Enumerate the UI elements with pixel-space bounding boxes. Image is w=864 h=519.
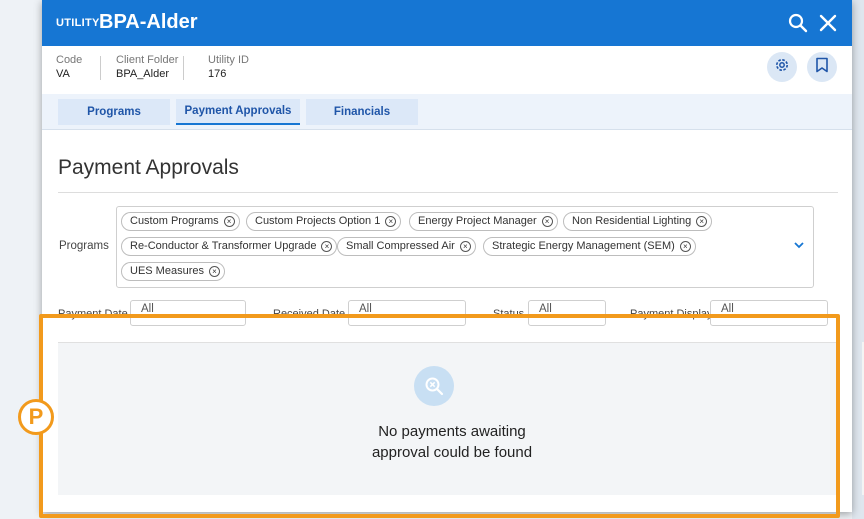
program-chip-label: Custom Programs [130, 215, 219, 227]
filter-payment-display[interactable]: All [710, 300, 828, 326]
program-chip-label: Re-Conductor & Transformer Upgrade [130, 240, 317, 252]
meta-divider [183, 56, 184, 80]
annotation-badge: P [18, 399, 54, 435]
program-chip-label: Small Compressed Air [346, 240, 455, 252]
page-title: Payment Approvals [58, 156, 239, 179]
tab-financials[interactable]: Financials [306, 99, 418, 125]
results-panel [58, 342, 836, 495]
search-icon[interactable] [787, 12, 809, 34]
remove-chip-icon[interactable]: × [696, 216, 708, 227]
program-chip-label: Strategic Energy Management (SEM) [492, 240, 675, 252]
program-chip[interactable]: Custom Projects Option 1 × [246, 212, 402, 231]
close-icon[interactable] [817, 12, 839, 34]
tab-bar: Programs Payment Approvals Financials [42, 94, 852, 130]
program-chip[interactable]: Re-Conductor & Transformer Upgrade × [121, 237, 338, 256]
meta-utility-id-label: Utility ID [208, 54, 249, 66]
chevron-down-icon[interactable] [794, 238, 804, 252]
remove-chip-icon[interactable]: × [223, 216, 235, 227]
remove-chip-icon[interactable]: × [459, 241, 471, 252]
empty-state-line: No payments awaiting [378, 423, 526, 440]
filter-received-date[interactable]: All [348, 300, 466, 326]
program-chip[interactable]: Custom Programs × [121, 212, 240, 231]
program-chip[interactable]: Small Compressed Air × [337, 237, 476, 256]
meta-code-label: Code [56, 54, 83, 66]
remove-chip-icon[interactable]: × [385, 216, 397, 227]
settings-button[interactable] [767, 52, 797, 82]
program-chip-label: UES Measures [130, 265, 204, 277]
title-tag: UTILITY [56, 17, 100, 29]
filter-status[interactable]: All [528, 300, 606, 326]
gear-icon [773, 56, 791, 79]
program-chip[interactable]: Non Residential Lighting × [563, 212, 713, 231]
divider [58, 192, 838, 193]
tab-payment-approvals[interactable]: Payment Approvals [176, 99, 300, 125]
utility-window: UTILITY BPA-Alder Code VA Client Folder … [42, 0, 864, 512]
bookmark-button[interactable] [807, 52, 837, 82]
meta-utility-id-value: 176 [208, 68, 227, 80]
programs-label: Programs [59, 240, 109, 252]
bookmark-icon [815, 57, 829, 78]
program-chip[interactable]: Strategic Energy Management (SEM) × [483, 237, 696, 256]
filter-payment-date[interactable]: All [130, 300, 246, 326]
remove-chip-icon[interactable]: × [208, 266, 220, 277]
meta-client-folder-value: BPA_Alder [116, 68, 169, 80]
title-bar: UTILITY BPA-Alder [42, 0, 852, 46]
meta-code: Code VA [42, 53, 82, 83]
meta-client-folder-label: Client Folder [116, 54, 179, 66]
window-title: BPA-Alder [99, 11, 198, 33]
meta-client-folder: Client Folder BPA_Alder [102, 53, 178, 83]
remove-chip-icon[interactable]: × [679, 241, 691, 252]
meta-code-value: VA [56, 68, 70, 80]
meta-divider [100, 56, 101, 80]
remove-chip-icon[interactable]: × [541, 216, 553, 227]
program-chip[interactable]: Energy Project Manager × [409, 212, 558, 231]
empty-state-message: No payments awaiting approval could be f… [342, 421, 562, 463]
programs-multiselect[interactable]: Custom Programs × Custom Projects Option… [116, 206, 814, 288]
remove-chip-icon[interactable]: × [321, 241, 333, 252]
search-empty-icon [414, 366, 454, 406]
tab-programs[interactable]: Programs [58, 99, 170, 125]
empty-state-line: approval could be found [371, 444, 533, 461]
filter-label-payment-display: Payment Display [630, 308, 713, 320]
filter-label-status: Status [493, 308, 525, 320]
filter-label-payment-date: Payment Date [58, 308, 128, 320]
program-chip[interactable]: UES Measures × [121, 262, 225, 281]
meta-utility-id: Utility ID 176 [194, 53, 249, 83]
filter-label-received-date: Received Date [273, 308, 346, 320]
program-chip-label: Custom Projects Option 1 [255, 215, 381, 227]
program-chip-label: Energy Project Manager [418, 215, 537, 227]
program-chip-label: Non Residential Lighting [572, 215, 692, 227]
